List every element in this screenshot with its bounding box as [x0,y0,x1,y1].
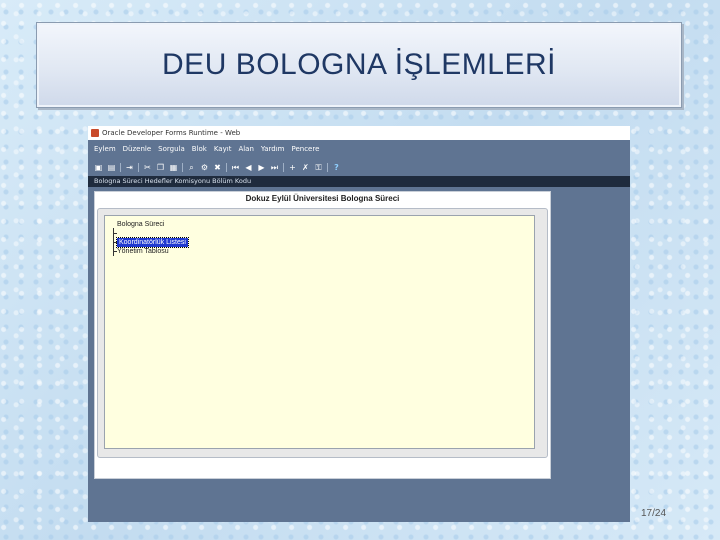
menu-item-pencere[interactable]: Pencere [291,142,319,156]
toolbar-separator [138,162,139,172]
execute-query-icon[interactable]: ⚙ [200,163,209,172]
print-icon[interactable]: ▤ [107,163,116,172]
slide-title: DEU BOLOGNA İŞLEMLERİ [162,48,556,81]
menu-item-alan[interactable]: Alan [238,142,253,156]
previous-record-icon[interactable]: ◀ [244,163,253,172]
menu-bar: Eylem Düzenle Sorgula Blok Kayıt Alan Ya… [88,142,630,156]
tree-connector [113,233,117,234]
menu-item-sorgula[interactable]: Sorgula [158,142,185,156]
window-titlebar: Oracle Developer Forms Runtime - Web [88,126,630,140]
toolbar-separator [327,162,328,172]
slide-title-box: DEU BOLOGNA İŞLEMLERİ [36,22,682,108]
last-record-icon[interactable]: ⏭ [270,163,279,172]
tree-item-bologna-sureci[interactable]: Bologna Süreci [117,220,164,229]
menu-item-eylem[interactable]: Eylem [94,142,116,156]
menu-item-yardim[interactable]: Yardım [261,142,285,156]
toolbar-separator [226,162,227,172]
navigation-tree: Bologna Süreci Koordinatörlük Listesi Yö… [104,215,535,449]
cut-icon[interactable]: ✂ [143,163,152,172]
bologna-form: Dokuz Eylül Üniversitesi Bologna Süreci … [94,191,551,479]
forms-runtime-window: Oracle Developer Forms Runtime - Web Eyl… [88,126,630,522]
enter-query-icon[interactable]: ⌕ [187,163,196,172]
page-number: 17/24 [641,508,667,519]
window-title: Oracle Developer Forms Runtime - Web [102,129,241,137]
menu-item-kayit[interactable]: Kayıt [214,142,232,156]
tree-item-yonetim[interactable]: Yönetim Tablosu [117,247,169,256]
delete-record-icon[interactable]: ✗ [301,163,310,172]
insert-record-icon[interactable]: + [288,163,297,172]
save-icon[interactable]: ▣ [94,163,103,172]
next-record-icon[interactable]: ▶ [257,163,266,172]
toolbar-separator [283,162,284,172]
first-record-icon[interactable]: ⏮ [231,163,240,172]
exit-icon[interactable]: ⇥ [125,163,134,172]
help-icon[interactable]: ? [332,163,341,172]
cancel-query-icon[interactable]: ✖ [213,163,222,172]
tree-item-koordinatorluk[interactable]: Koordinatörlük Listesi [116,237,189,248]
form-title: Dokuz Eylül Üniversitesi Bologna Süreci [245,194,400,203]
tree-panel: Bologna Süreci Koordinatörlük Listesi Yö… [97,208,548,458]
toolbar: ▣ ▤ ⇥ ✂ ❐ ▦ ⌕ ⚙ ✖ ⏮ ◀ ▶ ⏭ + ✗ ⚿ ? [88,160,630,174]
toolbar-separator [182,162,183,172]
copy-icon[interactable]: ❐ [156,163,165,172]
app-icon [91,129,99,137]
paste-icon[interactable]: ▦ [169,163,178,172]
menu-item-duzenle[interactable]: Düzenle [123,142,152,156]
status-line: Bologna Süreci Hedefler Komisyonu Bölüm … [88,176,630,187]
lock-record-icon[interactable]: ⚿ [314,163,323,172]
toolbar-separator [120,162,121,172]
menu-item-blok[interactable]: Blok [192,142,207,156]
